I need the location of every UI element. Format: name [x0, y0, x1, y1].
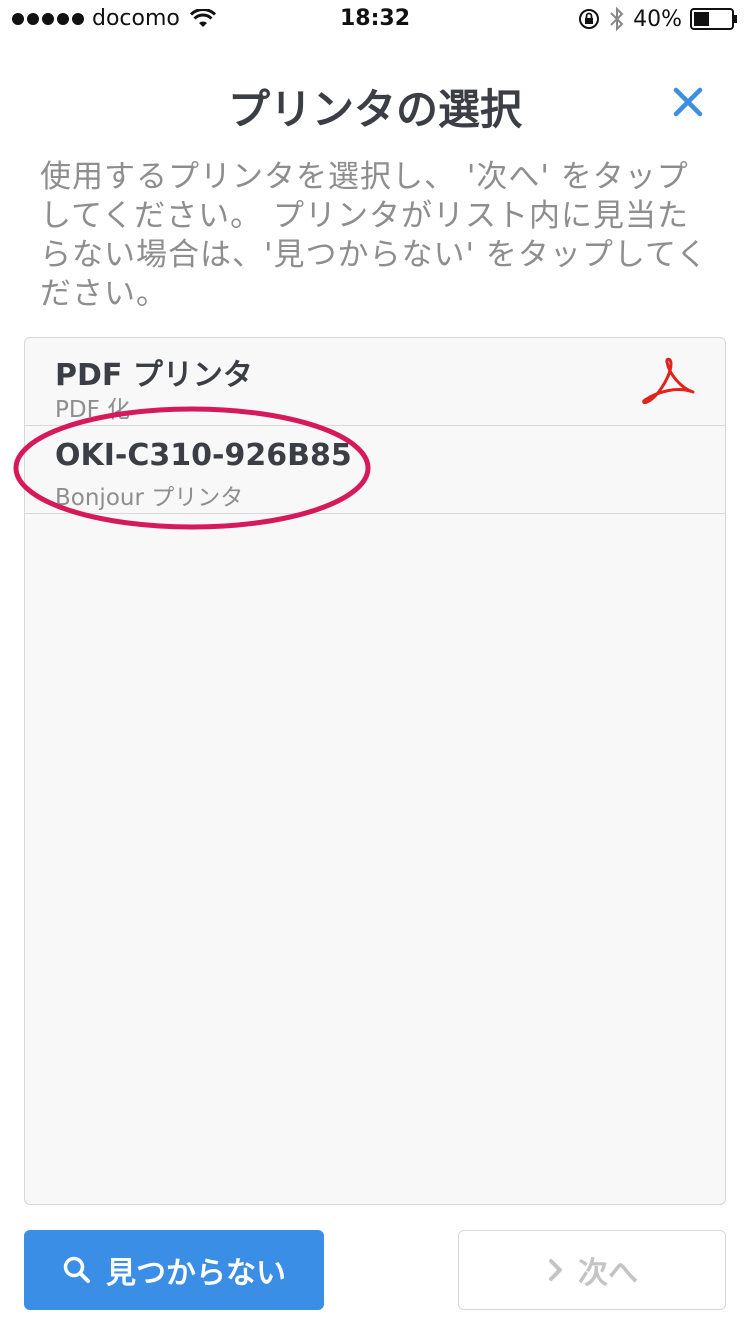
instructions-text: 使用するプリンタを選択し、 '次へ' をタップしてください。 プリンタがリスト内… — [40, 159, 709, 312]
printer-list: PDF プリンタ PDF 化 OKI-C310-926B85 Bonjour プ… — [24, 337, 726, 1205]
printer-subtitle: PDF 化 — [55, 397, 131, 423]
page-title: プリンタの選択 — [227, 85, 522, 134]
adobe-pdf-icon — [642, 357, 695, 405]
next-button[interactable]: 次へ — [458, 1230, 726, 1310]
printer-name: OKI-C310-926B85 — [55, 438, 352, 473]
status-right: 40% — [577, 6, 738, 32]
chevron-right-icon — [549, 1259, 562, 1281]
rotation-lock-icon — [579, 9, 600, 29]
battery-percent: 40% — [633, 6, 682, 32]
printer-row-pdf[interactable]: PDF プリンタ PDF 化 — [25, 338, 725, 426]
status-bar: docomo 18:32 40% — [0, 0, 750, 40]
battery-icon — [690, 8, 737, 30]
next-label: 次へ — [578, 1256, 638, 1291]
close-icon[interactable] — [670, 84, 706, 120]
printer-row-oki[interactable]: OKI-C310-926B85 Bonjour プリンタ — [25, 426, 725, 514]
not-found-label: 見つからない — [106, 1256, 286, 1291]
printer-name: PDF プリンタ — [55, 358, 253, 393]
printer-subtitle: Bonjour プリンタ — [55, 485, 244, 511]
bluetooth-icon — [610, 6, 624, 32]
not-found-button[interactable]: 見つからない — [24, 1230, 324, 1310]
printer-select-screen: docomo 18:32 40% プリンタの選択 使用するプリンタを選択し、 '… — [0, 0, 750, 1334]
search-icon — [63, 1256, 90, 1283]
